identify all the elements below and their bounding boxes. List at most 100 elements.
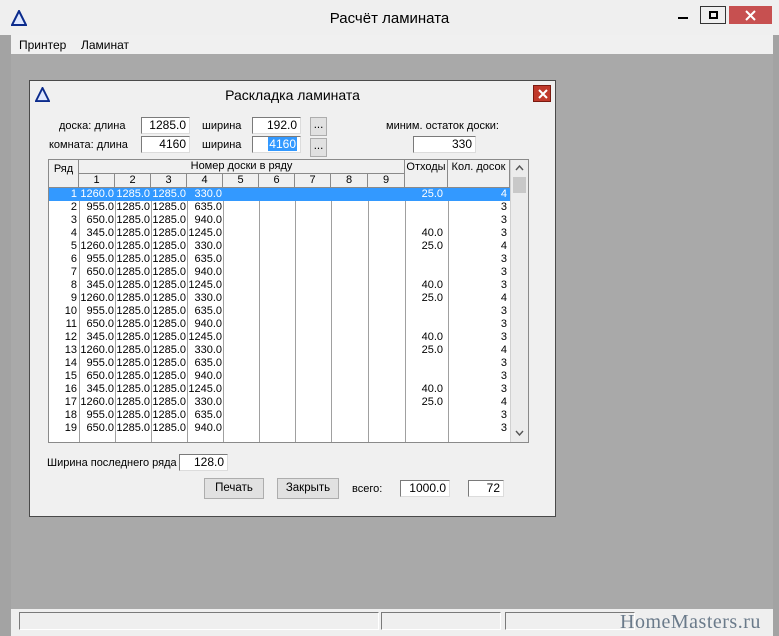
cell-b3: 1285.0: [152, 305, 186, 317]
table-row[interactable]: 5 1260.0 1285.0 1285.0 330.0 25.0 4: [49, 240, 510, 253]
cell-n: 13: [64, 344, 77, 356]
cell-count: 3: [500, 383, 507, 395]
cell-b3: 1285.0: [152, 422, 186, 434]
cell-waste: 25.0: [421, 188, 443, 200]
cell-waste: [405, 409, 443, 422]
table-row[interactable]: 6 955.0 1285.0 1285.0 635.0 3: [49, 253, 510, 266]
close-button[interactable]: Закрыть: [277, 478, 339, 499]
table-row[interactable]: 3 650.0 1285.0 1285.0 940.0 3: [49, 214, 510, 227]
header-board-number: Номер доски в ряду: [79, 160, 405, 174]
cell-n: 7: [70, 266, 77, 278]
cell-count: 3: [500, 422, 507, 434]
cell-b4: 635.0: [194, 201, 222, 213]
board-width-field[interactable]: 192.0: [252, 117, 301, 134]
cell-b1: 650.0: [86, 318, 114, 330]
table-row[interactable]: 12 345.0 1285.0 1285.0 1245.0 40.0 3: [49, 331, 510, 344]
table-row[interactable]: 16 345.0 1285.0 1285.0 1245.0 40.0 3: [49, 383, 510, 396]
maximize-button[interactable]: [700, 6, 726, 24]
minimize-icon: [678, 17, 688, 19]
cell-b1: 955.0: [86, 409, 114, 421]
menu-printer[interactable]: Принтер: [19, 38, 66, 52]
cell-waste: [405, 422, 443, 435]
cell-b4: 330.0: [194, 240, 222, 252]
chevron-up-icon: [515, 165, 524, 171]
cell-count: 3: [500, 357, 507, 369]
cell-b3: 1285.0: [152, 214, 186, 226]
table-row[interactable]: 8 345.0 1285.0 1285.0 1245.0 40.0 3: [49, 279, 510, 292]
last-row-width-label: Ширина последнего ряда: [47, 457, 177, 469]
cell-waste: [405, 318, 443, 331]
scroll-up-button[interactable]: [511, 162, 528, 176]
cell-n: 3: [70, 214, 77, 226]
header-col-8: 8: [331, 174, 368, 188]
cell-b1: 345.0: [86, 383, 114, 395]
print-button[interactable]: Печать: [204, 478, 264, 499]
cell-b1: 1260.0: [80, 292, 114, 304]
table-scrollbar[interactable]: [510, 160, 528, 442]
table-row[interactable]: 19 650.0 1285.0 1285.0 940.0 3: [49, 422, 510, 435]
cell-b1: 955.0: [86, 305, 114, 317]
close-icon: [745, 10, 756, 21]
cell-b3: 1285.0: [152, 370, 186, 382]
cell-n: 4: [70, 227, 77, 239]
minimize-button[interactable]: [672, 8, 694, 24]
cell-waste: [405, 253, 443, 266]
header-col-1: 1: [79, 174, 115, 188]
cell-n: 5: [70, 240, 77, 252]
header-board-count: Кол. досок: [448, 160, 510, 188]
table-row[interactable]: 4 345.0 1285.0 1285.0 1245.0 40.0 3: [49, 227, 510, 240]
dialog-close-icon: [538, 89, 548, 99]
cell-b1: 1260.0: [80, 396, 114, 408]
table-row[interactable]: 18 955.0 1285.0 1285.0 635.0 3: [49, 409, 510, 422]
room-width-field[interactable]: 4160: [252, 136, 301, 153]
dialog-close-button[interactable]: [533, 85, 551, 102]
table-row[interactable]: 2 955.0 1285.0 1285.0 635.0 3: [49, 201, 510, 214]
room-length-field[interactable]: 4160: [141, 136, 190, 153]
cell-b4: 330.0: [194, 396, 222, 408]
scroll-thumb[interactable]: [513, 177, 526, 193]
cell-waste: [405, 266, 443, 279]
cell-b1: 955.0: [86, 357, 114, 369]
cell-count: 3: [500, 331, 507, 343]
cell-b1: 650.0: [86, 266, 114, 278]
last-row-width-field[interactable]: 128.0: [179, 454, 228, 471]
cell-b3: 1285.0: [152, 331, 186, 343]
board-length-field[interactable]: 1285.0: [141, 117, 190, 134]
cell-b3: 1285.0: [152, 266, 186, 278]
layout-table: Ряд Номер доски в ряду Отходы Кол. досок…: [48, 159, 529, 443]
header-row: Ряд: [49, 160, 79, 188]
table-row[interactable]: 17 1260.0 1285.0 1285.0 330.0 25.0 4: [49, 396, 510, 409]
maximize-icon: [709, 11, 718, 19]
table-row[interactable]: 1 1260.0 1285.0 1285.0 330.0 25.0 4: [49, 188, 510, 201]
cell-b2: 1285.0: [116, 292, 150, 304]
cell-b2: 1285.0: [116, 370, 150, 382]
table-row[interactable]: 11 650.0 1285.0 1285.0 940.0 3: [49, 318, 510, 331]
table-row[interactable]: 14 955.0 1285.0 1285.0 635.0 3: [49, 357, 510, 370]
menu-bar: Принтер Ламинат: [11, 35, 773, 54]
cell-count: 3: [500, 253, 507, 265]
cell-b3: 1285.0: [152, 344, 186, 356]
table-row[interactable]: 15 650.0 1285.0 1285.0 940.0 3: [49, 370, 510, 383]
table-row[interactable]: 13 1260.0 1285.0 1285.0 330.0 25.0 4: [49, 344, 510, 357]
cell-n: 18: [64, 409, 77, 421]
header-col-7: 7: [295, 174, 331, 188]
cell-waste: 40.0: [421, 279, 443, 291]
min-rest-field[interactable]: 330: [413, 136, 476, 153]
cell-n: 9: [70, 292, 77, 304]
cell-b1: 1260.0: [80, 344, 114, 356]
table-row[interactable]: 10 955.0 1285.0 1285.0 635.0 3: [49, 305, 510, 318]
cell-b2: 1285.0: [116, 422, 150, 434]
table-row[interactable]: 9 1260.0 1285.0 1285.0 330.0 25.0 4: [49, 292, 510, 305]
close-window-button[interactable]: [729, 6, 772, 24]
cell-b2: 1285.0: [116, 318, 150, 330]
watermark: HomeMasters.ru: [620, 611, 761, 633]
main-title-bar: Расчёт ламината: [0, 0, 779, 35]
board-browse-button[interactable]: ...: [310, 117, 327, 136]
cell-waste: 25.0: [421, 240, 443, 252]
cell-b3: 1285.0: [152, 292, 186, 304]
room-browse-button[interactable]: ...: [310, 138, 327, 157]
cell-waste: 25.0: [421, 396, 443, 408]
scroll-down-button[interactable]: [511, 426, 528, 440]
table-row[interactable]: 7 650.0 1285.0 1285.0 940.0 3: [49, 266, 510, 279]
menu-laminate[interactable]: Ламинат: [81, 38, 129, 52]
